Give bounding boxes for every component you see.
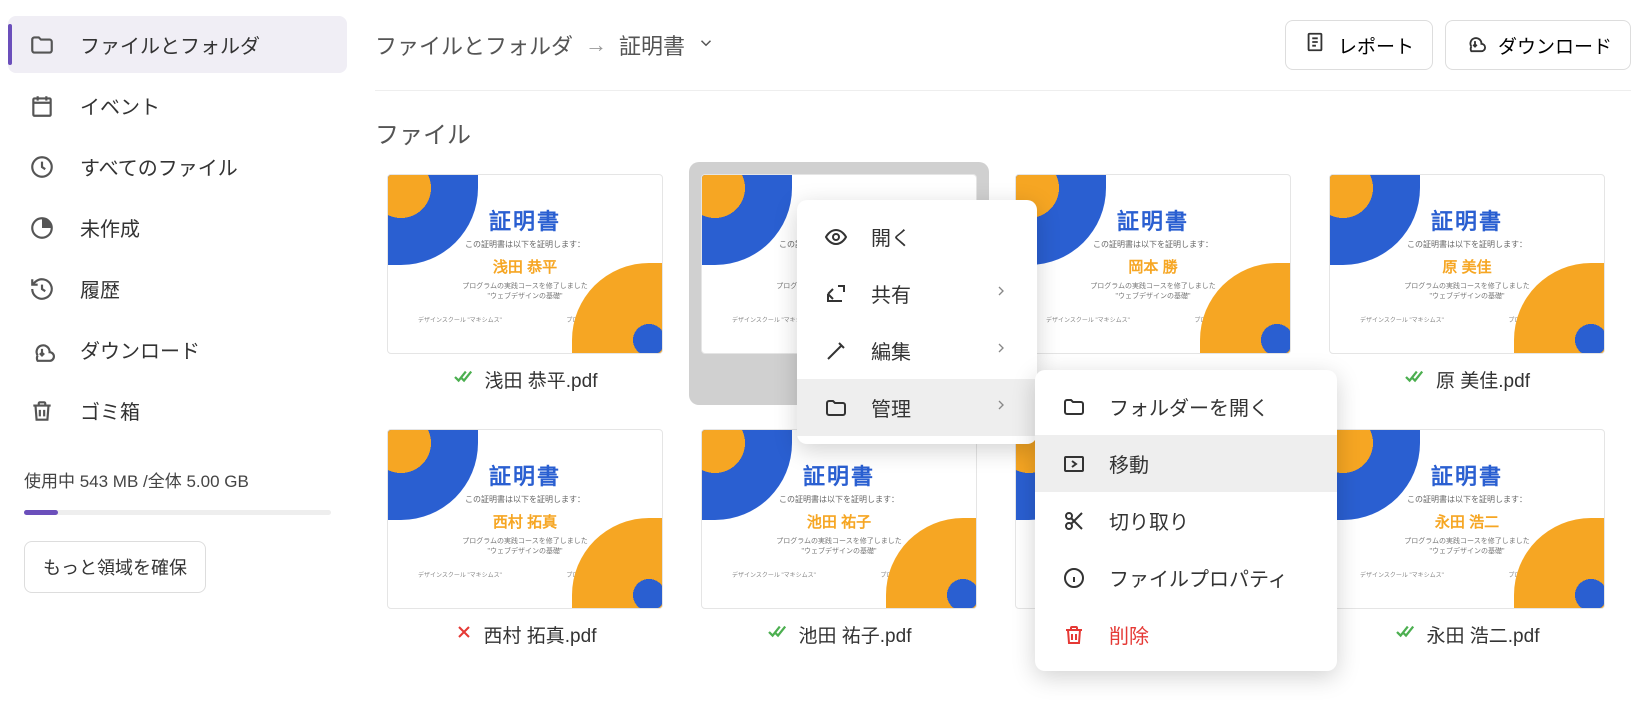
file-card[interactable]: 証明書 この証明書は以下を証明します： 西村 拓真 プログラムの実践コースを修了… xyxy=(375,417,675,660)
file-card[interactable]: 証明書 この証明書は以下を証明します： 原 美佳 プログラムの実践コースを修了し… xyxy=(1317,162,1617,405)
sidebar-item-label: すべてのファイル xyxy=(80,152,238,181)
context-menu-manage: フォルダーを開く移動切り取りファイルプロパティ削除 xyxy=(1035,370,1337,671)
file-name-row: 浅田 恭平.pdf xyxy=(387,366,663,393)
storage-text: 使用中 543 MB /全体 5.00 GB xyxy=(24,467,331,492)
ctx-item-delete[interactable]: 削除 xyxy=(1035,606,1337,663)
ctx-item-edit[interactable]: 編集 xyxy=(797,322,1037,379)
ctx-label: 切り取り xyxy=(1109,506,1189,535)
ctx-item-manage[interactable]: 管理 xyxy=(797,379,1037,436)
sidebar-item-label: 履歴 xyxy=(80,274,120,303)
sidebar-item-trash[interactable]: ゴミ箱 xyxy=(8,382,347,439)
download-label: ダウンロード xyxy=(1498,32,1612,59)
sidebar-item-label: イベント xyxy=(80,91,160,120)
ctx-icon xyxy=(823,395,849,421)
file-name: 永田 浩二.pdf xyxy=(1427,621,1540,648)
ctx-label: ファイルプロパティ xyxy=(1109,563,1288,592)
file-name: 池田 祐子.pdf xyxy=(799,621,912,648)
storage-bar xyxy=(24,510,331,515)
file-thumbnail: 証明書 この証明書は以下を証明します： 永田 浩二 プログラムの実践コースを修了… xyxy=(1329,429,1605,609)
ctx-item-open-folder[interactable]: フォルダーを開く xyxy=(1035,378,1337,435)
chevron-right-icon xyxy=(993,339,1011,362)
sidebar-item-label: ファイルとフォルダ xyxy=(80,30,260,59)
file-name: 浅田 恭平.pdf xyxy=(485,366,598,393)
breadcrumb-arrow-icon: → xyxy=(585,32,607,58)
breadcrumb-root[interactable]: ファイルとフォルダ xyxy=(375,29,573,61)
ctx-icon xyxy=(1061,622,1087,648)
download-icon xyxy=(28,336,56,364)
sidebar-item-label: ゴミ箱 xyxy=(80,396,140,425)
sidebar-item-events[interactable]: イベント xyxy=(8,77,347,134)
trash-icon xyxy=(28,397,56,425)
sidebar: ファイルとフォルダ イベント すべてのファイル 未作成 履歴 ダウンロード ゴミ… xyxy=(0,0,355,711)
file-name-row: 西村 拓真.pdf xyxy=(387,621,663,648)
calendar-icon xyxy=(28,92,56,120)
ctx-item-open[interactable]: 開く xyxy=(797,208,1037,265)
storage-more-button[interactable]: もっと領域を確保 xyxy=(24,541,206,593)
file-thumbnail: 証明書 この証明書は以下を証明します： 岡本 勝 プログラムの実践コースを修了し… xyxy=(1015,174,1291,354)
sidebar-item-download[interactable]: ダウンロード xyxy=(8,321,347,378)
error-icon xyxy=(454,622,474,648)
section-title: ファイル xyxy=(375,91,1631,162)
sidebar-item-label: ダウンロード xyxy=(80,335,200,364)
chevron-right-icon xyxy=(993,282,1011,305)
folder-icon xyxy=(28,31,56,59)
ctx-label: 開く xyxy=(871,222,911,251)
ctx-icon xyxy=(1061,508,1087,534)
file-thumbnail: 証明書 この証明書は以下を証明します： 池田 祐子 プログラムの実践コースを修了… xyxy=(701,429,977,609)
sidebar-item-files-folders[interactable]: ファイルとフォルダ xyxy=(8,16,347,73)
ctx-item-cut[interactable]: 切り取り xyxy=(1035,492,1337,549)
check-icon xyxy=(453,368,475,392)
file-name: 原 美佳.pdf xyxy=(1436,366,1530,393)
ctx-label: 編集 xyxy=(871,336,911,365)
ctx-icon xyxy=(1061,451,1087,477)
top-actions: レポート ダウンロード xyxy=(1285,20,1631,70)
ctx-label: 移動 xyxy=(1109,449,1149,478)
file-card[interactable]: 証明書 この証明書は以下を証明します： 池田 祐子 プログラムの実践コースを修了… xyxy=(689,417,989,660)
breadcrumb-current[interactable]: 証明書 xyxy=(619,29,685,61)
chevron-down-icon[interactable] xyxy=(697,32,715,58)
topbar: ファイルとフォルダ → 証明書 レポート ダウンロード xyxy=(375,0,1631,91)
download-button[interactable]: ダウンロード xyxy=(1445,20,1631,70)
ctx-label: 削除 xyxy=(1109,620,1149,649)
sidebar-item-history[interactable]: 履歴 xyxy=(8,260,347,317)
file-thumbnail: 証明書 この証明書は以下を証明します： 原 美佳 プログラムの実践コースを修了し… xyxy=(1329,174,1605,354)
ctx-item-share[interactable]: 共有 xyxy=(797,265,1037,322)
file-card[interactable]: 証明書 この証明書は以下を証明します： 浅田 恭平 プログラムの実践コースを修了… xyxy=(375,162,675,405)
ctx-icon xyxy=(1061,565,1087,591)
report-button[interactable]: レポート xyxy=(1285,20,1433,70)
ctx-icon xyxy=(823,224,849,250)
file-card[interactable]: 証明書 この証明書は以下を証明します： 岡本 勝 プログラムの実践コースを修了し… xyxy=(1003,162,1303,405)
file-thumbnail: 証明書 この証明書は以下を証明します： 浅田 恭平 プログラムの実践コースを修了… xyxy=(387,174,663,354)
breadcrumb: ファイルとフォルダ → 証明書 xyxy=(375,29,715,61)
chevron-right-icon xyxy=(993,396,1011,419)
file-name-row: 永田 浩二.pdf xyxy=(1329,621,1605,648)
ctx-item-properties[interactable]: ファイルプロパティ xyxy=(1035,549,1337,606)
ctx-label: 共有 xyxy=(871,279,911,308)
ctx-item-move[interactable]: 移動 xyxy=(1035,435,1337,492)
report-icon xyxy=(1304,31,1326,59)
ctx-label: フォルダーを開く xyxy=(1109,392,1269,421)
sidebar-item-label: 未作成 xyxy=(80,213,140,242)
progress-icon xyxy=(28,214,56,242)
file-card[interactable]: 証明書 この証明書は以下を証明します： 永田 浩二 プログラムの実践コースを修了… xyxy=(1317,417,1617,660)
check-icon xyxy=(1395,623,1417,647)
download-icon xyxy=(1464,31,1486,59)
ctx-icon xyxy=(823,338,849,364)
report-label: レポート xyxy=(1338,32,1414,59)
check-icon xyxy=(767,623,789,647)
file-name: 西村 拓真.pdf xyxy=(484,621,597,648)
file-thumbnail: 証明書 この証明書は以下を証明します： 西村 拓真 プログラムの実践コースを修了… xyxy=(387,429,663,609)
file-name-row: 原 美佳.pdf xyxy=(1329,366,1605,393)
ctx-icon xyxy=(1061,394,1087,420)
clock-icon xyxy=(28,153,56,181)
ctx-icon xyxy=(823,281,849,307)
check-icon xyxy=(1404,368,1426,392)
sidebar-item-all-files[interactable]: すべてのファイル xyxy=(8,138,347,195)
file-name-row: 池田 祐子.pdf xyxy=(701,621,977,648)
context-menu-primary: 開く共有編集管理 xyxy=(797,200,1037,444)
history-icon xyxy=(28,275,56,303)
ctx-label: 管理 xyxy=(871,393,911,422)
sidebar-item-uncreated[interactable]: 未作成 xyxy=(8,199,347,256)
